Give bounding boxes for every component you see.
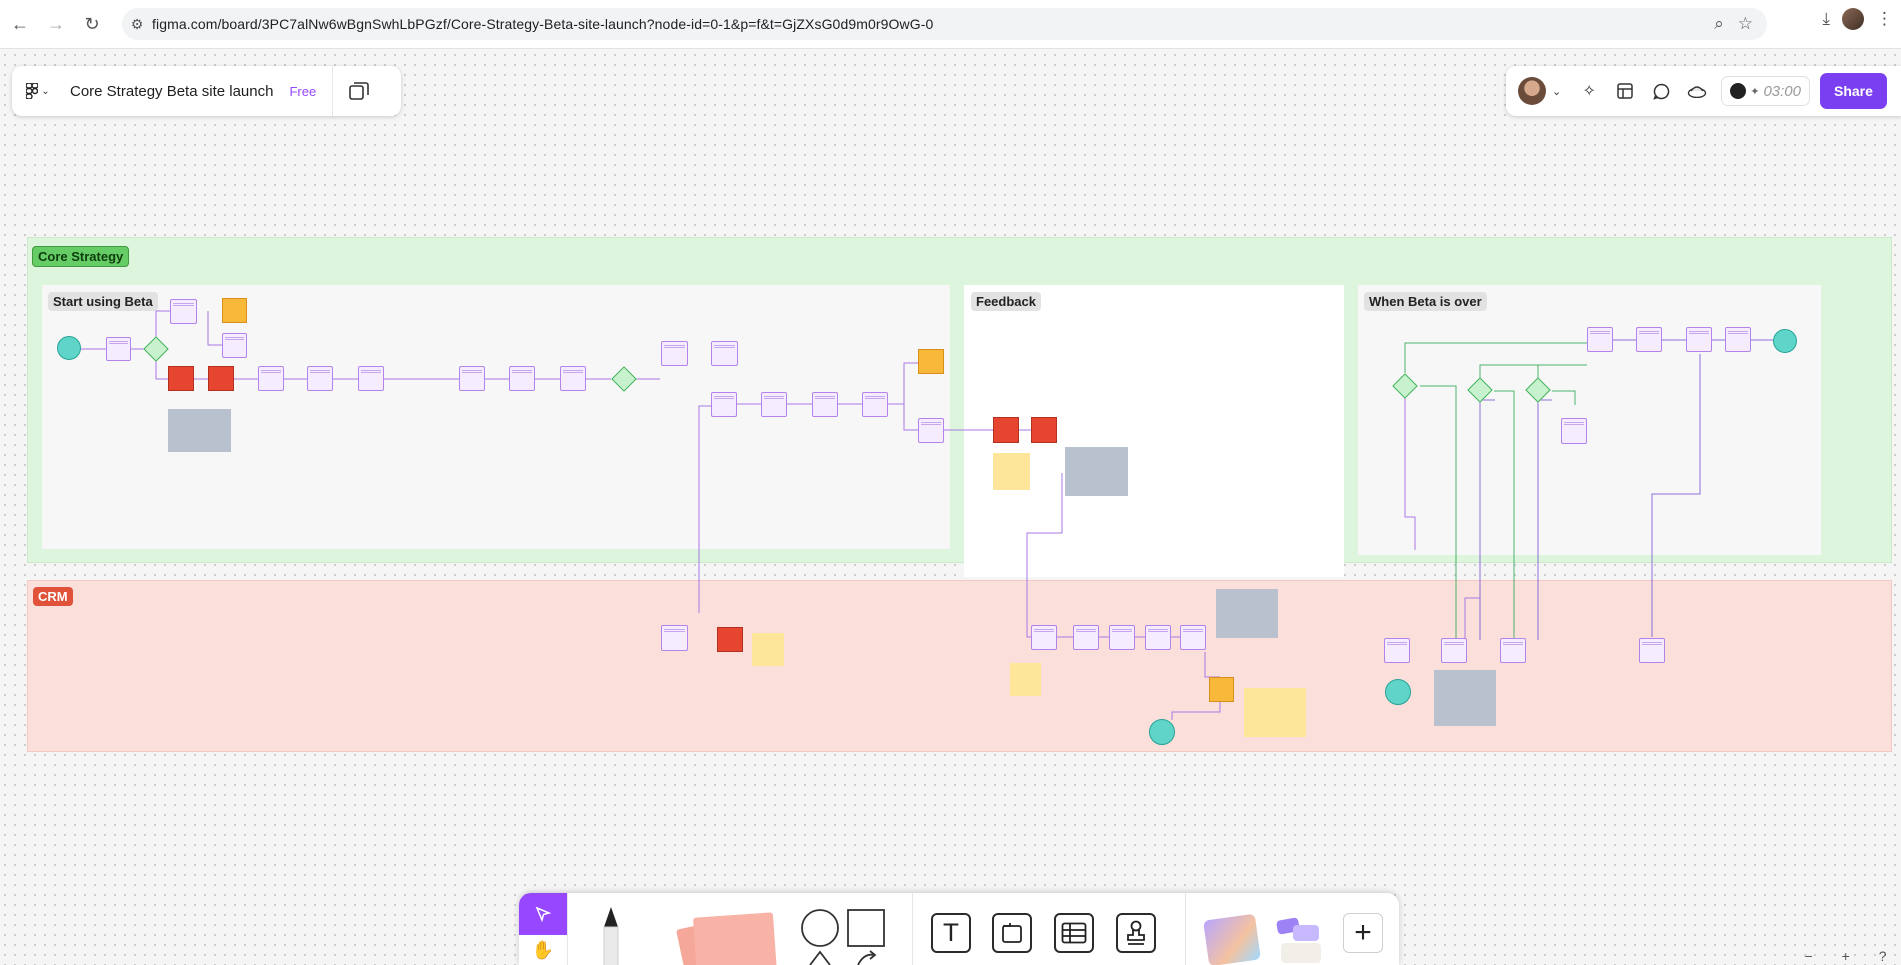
zoom-out-button[interactable]: − <box>1804 948 1812 965</box>
flow-step-node[interactable] <box>258 366 284 391</box>
table-icon <box>1061 922 1087 944</box>
flow-step-node[interactable] <box>222 333 247 358</box>
stamp-tool-button[interactable] <box>1116 913 1156 953</box>
flow-step-node[interactable] <box>1384 638 1410 663</box>
flow-step-node[interactable] <box>1109 625 1135 650</box>
flow-step-node[interactable] <box>711 392 737 417</box>
sticky-orange[interactable] <box>1209 677 1234 702</box>
section-icon <box>1002 923 1022 943</box>
stamp-icon <box>1127 920 1145 945</box>
flow-step-node[interactable] <box>1636 327 1662 352</box>
flow-end-node[interactable] <box>1149 719 1175 745</box>
more-tools-button[interactable]: + <box>1343 913 1383 953</box>
widgets-button[interactable] <box>1271 913 1331 965</box>
flow-step-node[interactable] <box>459 366 485 391</box>
flow-step-node[interactable] <box>1073 625 1099 650</box>
flow-end-node[interactable] <box>1773 329 1797 353</box>
flow-step-node[interactable] <box>1686 327 1712 352</box>
pen-tool-button[interactable] <box>599 907 623 965</box>
sticky-note-grey[interactable] <box>1065 447 1128 496</box>
flow-step-node[interactable] <box>1561 418 1587 444</box>
flow-step-node[interactable] <box>1031 625 1057 650</box>
flow-step-node[interactable] <box>307 366 333 391</box>
sticky-note-yellow[interactable] <box>1244 688 1306 737</box>
jambot-widget-icon <box>1203 913 1261 965</box>
flow-step-node[interactable] <box>509 366 535 391</box>
flow-connectors <box>80 310 1773 720</box>
sticky-note-yellow[interactable] <box>752 633 784 666</box>
flow-step-node[interactable] <box>761 392 787 417</box>
shapes-tool-button[interactable] <box>800 907 892 965</box>
flow-error-node[interactable] <box>717 627 743 652</box>
sticky-note-tool-button[interactable] <box>667 911 777 965</box>
flow-step-node[interactable] <box>1587 327 1613 352</box>
flow-step-node[interactable] <box>358 366 384 391</box>
flow-step-node[interactable] <box>661 625 688 651</box>
hand-icon: ✋ <box>531 939 555 960</box>
divider <box>1185 893 1186 965</box>
templates-button[interactable] <box>1203 913 1264 965</box>
flow-step-node[interactable] <box>1639 638 1665 663</box>
flow-start-node[interactable] <box>57 336 81 360</box>
zoom-in-button[interactable]: + <box>1842 948 1850 965</box>
flow-step-node[interactable] <box>1441 638 1467 663</box>
sticky-note-grey[interactable] <box>1434 670 1496 726</box>
flow-step-node[interactable] <box>918 418 944 443</box>
hand-tool-button[interactable]: ✋ <box>519 935 567 965</box>
flow-step-node[interactable] <box>1500 638 1526 663</box>
shapes-icon <box>801 909 885 965</box>
divider <box>912 893 913 965</box>
flow-error-node[interactable] <box>168 366 194 391</box>
flow-start-node[interactable] <box>1385 679 1411 705</box>
select-tool-button[interactable] <box>519 893 567 935</box>
flow-error-node[interactable] <box>1031 417 1057 443</box>
sticky-orange[interactable] <box>222 298 247 323</box>
pen-icon <box>603 907 619 965</box>
sticky-note-yellow[interactable] <box>993 453 1030 490</box>
flow-step-node[interactable] <box>1145 625 1171 650</box>
flow-step-node[interactable] <box>711 341 738 366</box>
bottom-toolbar: ✋ T + <box>519 893 1399 965</box>
zoom-controls: − + ? <box>1790 948 1901 965</box>
flow-error-node[interactable] <box>993 417 1019 443</box>
section-tool-button[interactable] <box>992 913 1032 953</box>
text-tool-button[interactable]: T <box>931 913 971 953</box>
flow-error-node[interactable] <box>208 366 234 391</box>
sticky-orange[interactable] <box>918 349 944 374</box>
cursor-arrow-icon <box>535 906 551 922</box>
flow-step-node[interactable] <box>862 392 888 417</box>
flow-step-node[interactable] <box>1180 625 1206 650</box>
table-tool-button[interactable] <box>1054 913 1094 953</box>
plus-icon: + <box>1354 916 1372 949</box>
text-icon: T <box>943 919 959 947</box>
help-button[interactable]: ? <box>1879 948 1887 965</box>
flow-step-node[interactable] <box>170 299 197 324</box>
flow-step-node[interactable] <box>812 392 838 417</box>
sticky-note-grey[interactable] <box>168 409 231 452</box>
divider <box>567 893 568 965</box>
sticky-note-grey[interactable] <box>1216 589 1278 638</box>
flow-step-node[interactable] <box>1725 327 1751 352</box>
flow-step-node[interactable] <box>661 341 688 366</box>
sticky-note-yellow[interactable] <box>1010 663 1041 696</box>
flow-step-node[interactable] <box>560 366 586 391</box>
flow-step-node[interactable] <box>106 337 131 361</box>
